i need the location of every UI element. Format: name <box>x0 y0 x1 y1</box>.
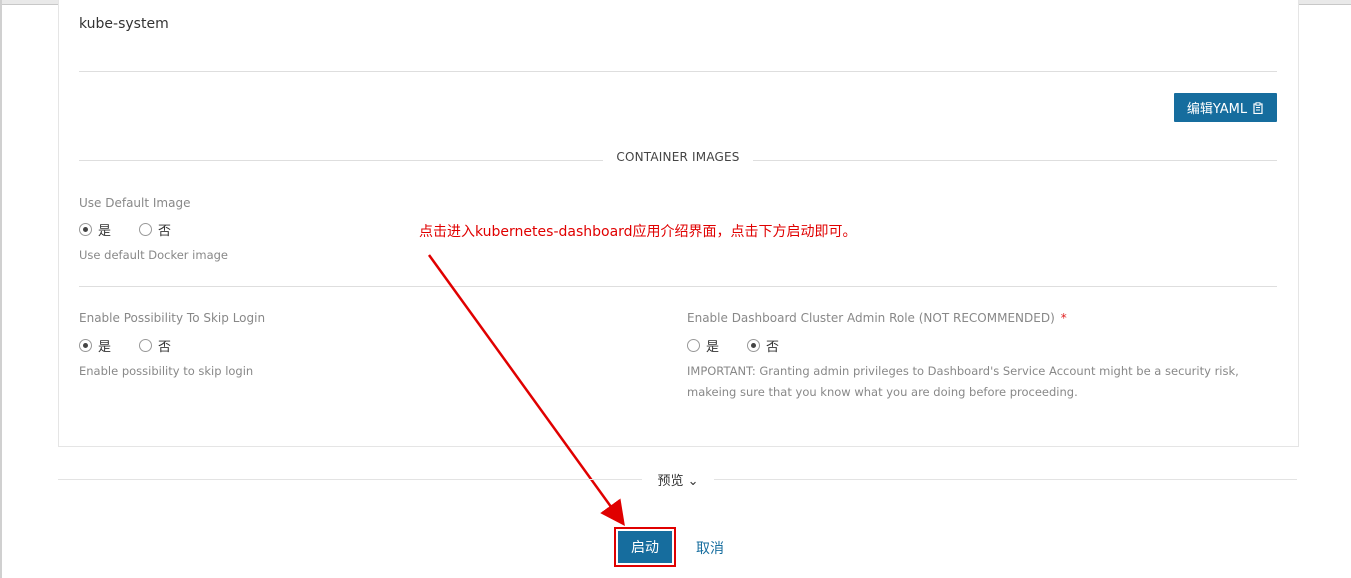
cluster-admin-label-text: Enable Dashboard Cluster Admin Role (NOT… <box>687 311 1055 325</box>
radio-checked-icon <box>747 339 761 352</box>
radio-label: 是 <box>706 340 720 355</box>
namespace-value: kube-system <box>79 16 169 32</box>
radio-unchecked-icon <box>139 223 153 236</box>
radio-checked-icon <box>79 223 92 236</box>
skip-login-hint: Enable possibility to skip login <box>79 364 254 378</box>
skip-login-label: Enable Possibility To Skip Login <box>79 311 266 325</box>
default-image-hint: Use default Docker image <box>79 248 229 262</box>
start-button[interactable]: 启动 <box>618 531 672 563</box>
radio-label: 否 <box>158 224 172 239</box>
divider <box>79 71 1277 72</box>
skip-login-radio-group: 是 否 <box>79 336 199 355</box>
radio-label: 否 <box>158 340 172 355</box>
preview-label: 预览 <box>657 474 684 489</box>
default-image-label: Use Default Image <box>79 196 191 210</box>
cluster-admin-label: Enable Dashboard Cluster Admin Role (NOT… <box>687 311 1067 325</box>
cluster-admin-hint-line1: IMPORTANT: Granting admin privileges to … <box>687 364 1239 378</box>
edit-yaml-button[interactable]: 编辑YAML <box>1174 93 1277 122</box>
cluster-admin-radio-group: 是 否 <box>687 336 807 355</box>
radio-label: 否 <box>766 340 780 355</box>
required-mark: * <box>1060 311 1067 325</box>
start-button-highlight: 启动 <box>614 527 676 567</box>
radio-checked-icon <box>79 339 92 352</box>
section-line-left <box>79 160 603 161</box>
skip-login-yes-radio[interactable]: 是 <box>79 336 111 355</box>
radio-label: 是 <box>98 340 112 355</box>
preview-toggle[interactable]: 预览 ⌄ <box>642 470 714 489</box>
preview-line-left <box>58 479 642 480</box>
default-image-no-radio[interactable]: 否 <box>139 220 171 239</box>
skip-login-no-radio[interactable]: 否 <box>139 336 171 355</box>
section-line-right <box>753 160 1277 161</box>
radio-label: 是 <box>98 224 112 239</box>
edit-yaml-label: 编辑YAML <box>1186 102 1248 117</box>
window-left-edge <box>0 0 2 578</box>
cancel-button[interactable]: 取消 <box>696 538 724 558</box>
default-image-yes-radio[interactable]: 是 <box>79 220 111 239</box>
radio-unchecked-icon <box>687 339 700 352</box>
divider <box>79 286 1277 287</box>
cluster-admin-no-radio[interactable]: 否 <box>747 336 779 355</box>
cluster-admin-yes-radio[interactable]: 是 <box>687 336 719 355</box>
cluster-admin-hint-line2: makeing sure that you know what you are … <box>687 385 1078 399</box>
preview-line-right <box>714 479 1297 480</box>
clipboard-icon <box>1253 101 1263 114</box>
chevron-down-icon: ⌄ <box>687 474 699 489</box>
default-image-radio-group: 是 否 <box>79 220 199 239</box>
section-title: CONTAINER IMAGES <box>603 150 753 164</box>
annotation-text: 点击进入kubernetes-dashboard应用介绍界面，点击下方启动即可。 <box>419 224 857 240</box>
radio-unchecked-icon <box>139 339 153 352</box>
